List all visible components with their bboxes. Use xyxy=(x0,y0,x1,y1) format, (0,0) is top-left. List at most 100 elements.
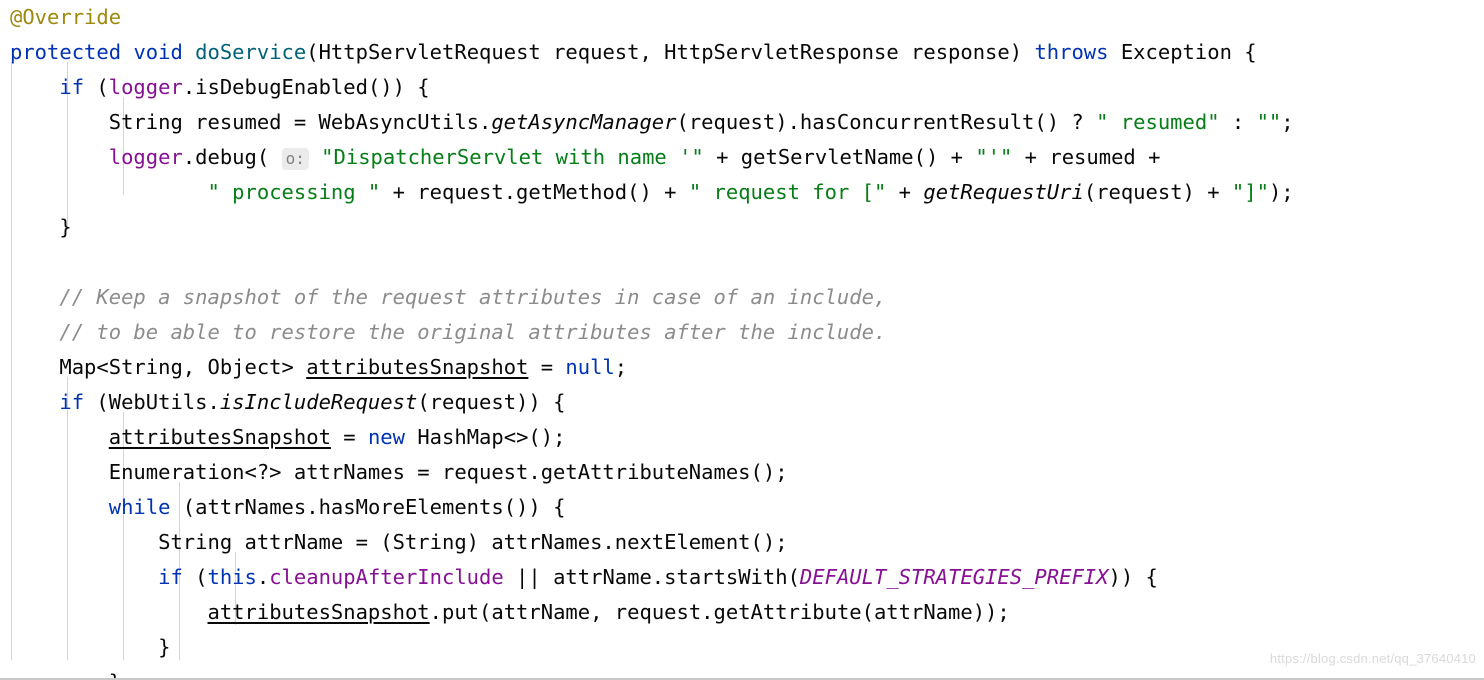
code-editor-pane[interactable]: @Override protected void doService(HttpSe… xyxy=(0,0,1484,680)
code-token-statm: isIncludeRequest xyxy=(219,390,418,414)
code-token-kw: if xyxy=(59,390,85,414)
code-token-plain: . xyxy=(256,565,270,589)
code-token-str: "DispatcherServlet with name '" xyxy=(321,145,704,169)
code-token-plain: .debug( xyxy=(182,145,282,169)
code-token-plain: } xyxy=(10,635,171,659)
code-line[interactable]: Enumeration<?> attrNames = request.getAt… xyxy=(0,455,1484,490)
code-token-plain: } xyxy=(10,670,121,678)
code-line[interactable]: } xyxy=(0,210,1484,245)
code-token-cmt: // to be able to restore the original at… xyxy=(59,320,887,344)
code-token-uline: attributesSnapshot xyxy=(207,600,430,624)
code-token-plain: + getServletName() + xyxy=(703,145,976,169)
code-line[interactable]: } xyxy=(0,630,1484,665)
code-content[interactable]: @Override protected void doService(HttpSe… xyxy=(0,0,1484,678)
code-token-plain: ( xyxy=(182,565,208,589)
code-token-plain: ; xyxy=(614,355,628,379)
code-token-cmt: // Keep a snapshot of the request attrib… xyxy=(59,285,887,309)
code-token-statm: getAsyncManager xyxy=(491,110,677,134)
inlay-parameter-hint: o: xyxy=(281,148,309,170)
code-token-str: " request for [" xyxy=(688,180,887,204)
code-token-kw: if xyxy=(59,75,85,99)
code-token-plain: } xyxy=(10,215,72,239)
code-token-str: "'" xyxy=(975,145,1013,169)
code-token-plain: Enumeration<?> attrNames = request.getAt… xyxy=(10,460,788,484)
code-token-kw: protected xyxy=(10,40,122,64)
code-token-plain: (request) + xyxy=(1083,180,1232,204)
code-line[interactable]: String resumed = WebAsyncUtils.getAsyncM… xyxy=(0,105,1484,140)
code-token-plain: + resumed + xyxy=(1012,145,1161,169)
code-token-plain: ); xyxy=(1268,180,1294,204)
code-token-plain: HashMap<>(); xyxy=(404,425,566,449)
code-line[interactable]: } xyxy=(0,665,1484,678)
code-token-kw: throws xyxy=(1034,40,1109,64)
code-line[interactable]: protected void doService(HttpServletRequ… xyxy=(0,35,1484,70)
code-token-plain: .put(attrName, request.getAttribute(attr… xyxy=(429,600,1010,624)
code-token-plain: ( xyxy=(84,75,109,99)
code-line[interactable]: if (this.cleanupAfterInclude || attrName… xyxy=(0,560,1484,595)
code-token-plain: .isDebugEnabled()) { xyxy=(182,75,430,99)
code-token-kw: this xyxy=(207,565,257,589)
code-token-plain: || attrName.startsWith( xyxy=(503,565,800,589)
code-line[interactable]: logger.debug( o: "DispatcherServlet with… xyxy=(0,140,1484,175)
code-token-plain: String resumed = WebAsyncUtils. xyxy=(10,110,492,134)
code-token-statm: getRequestUri xyxy=(923,180,1084,204)
code-token-uline: attributesSnapshot xyxy=(108,425,331,449)
code-token-field: logger xyxy=(108,145,183,169)
code-token-plain: (attrNames.hasMoreElements()) { xyxy=(170,495,566,519)
code-token-kw: new xyxy=(367,425,405,449)
code-token-fielditalic: DEFAULT_STRATEGIES_PREFIX xyxy=(799,565,1109,589)
code-line[interactable]: if (logger.isDebugEnabled()) { xyxy=(0,70,1484,105)
code-token-plain: (request).hasConcurrentResult() ? xyxy=(676,110,1097,134)
code-token-plain: + xyxy=(886,180,924,204)
code-token-plain: = xyxy=(528,355,566,379)
code-token-kw: void xyxy=(133,40,183,64)
code-token-plain: (WebUtils. xyxy=(84,390,220,414)
code-token-plain: )) { xyxy=(1108,565,1158,589)
code-token-plain: String attrName = (String) attrNames.nex… xyxy=(10,530,788,554)
code-line[interactable]: // to be able to restore the original at… xyxy=(0,315,1484,350)
code-token-uline: attributesSnapshot xyxy=(306,355,529,379)
code-line[interactable]: attributesSnapshot.put(attrName, request… xyxy=(0,595,1484,630)
code-token-plain: = xyxy=(330,425,368,449)
code-token-str: " resumed" xyxy=(1096,110,1220,134)
code-line[interactable]: if (WebUtils.isIncludeRequest(request)) … xyxy=(0,385,1484,420)
code-token-str: " processing " xyxy=(207,180,381,204)
code-line[interactable]: @Override xyxy=(0,0,1484,35)
code-token-plain: Exception { xyxy=(1108,40,1257,64)
code-line[interactable]: // Keep a snapshot of the request attrib… xyxy=(0,280,1484,315)
code-token-anno: @Override xyxy=(10,5,122,29)
code-token-str: "]" xyxy=(1231,180,1269,204)
code-token-field: cleanupAfterInclude xyxy=(269,565,504,589)
code-token-plain: : xyxy=(1219,110,1257,134)
code-line[interactable]: Map<String, Object> attributesSnapshot =… xyxy=(0,350,1484,385)
code-token-plain: Map<String, Object> xyxy=(10,355,307,379)
code-line[interactable]: String attrName = (String) attrNames.nex… xyxy=(0,525,1484,560)
code-token-plain: ; xyxy=(1281,110,1294,134)
code-token-field: logger xyxy=(108,75,183,99)
code-token-kw: while xyxy=(108,495,171,519)
csdn-watermark: https://blog.csdn.net/qq_37640410 xyxy=(1269,651,1476,666)
code-line[interactable] xyxy=(0,245,1484,280)
code-token-plain: (HttpServletRequest request, HttpServlet… xyxy=(306,40,1035,64)
code-line[interactable]: " processing " + request.getMethod() + "… xyxy=(0,175,1484,210)
code-token-clsmeth: doService xyxy=(195,40,307,64)
code-line[interactable]: while (attrNames.hasMoreElements()) { xyxy=(0,490,1484,525)
code-line[interactable]: attributesSnapshot = new HashMap<>(); xyxy=(0,420,1484,455)
code-token-str: "" xyxy=(1256,110,1282,134)
code-token-plain: + request.getMethod() + xyxy=(380,180,689,204)
code-token-kw: if xyxy=(158,565,183,589)
code-token-plain: (request)) { xyxy=(417,390,566,414)
